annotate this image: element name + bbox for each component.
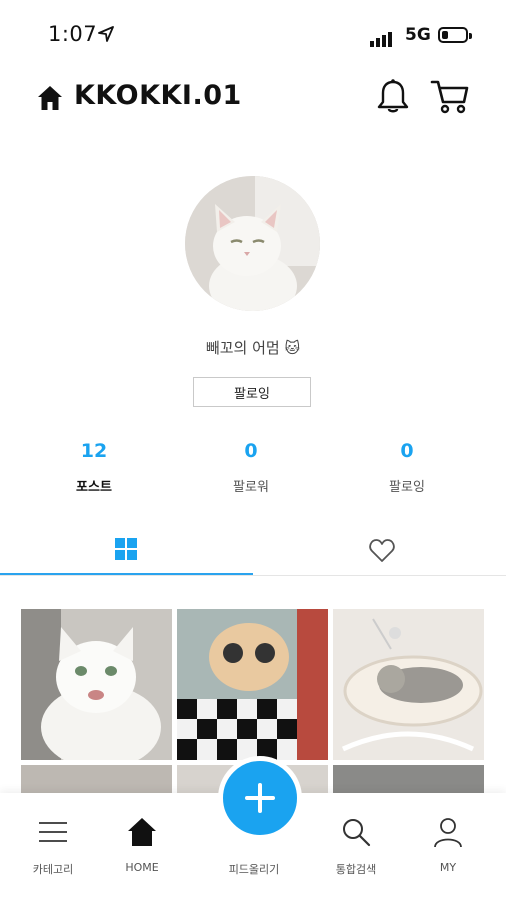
stat-following-count: 0 — [400, 440, 414, 462]
status-bar: 1:07 5G — [0, 0, 506, 70]
app-header: KKOKKI.01 — [0, 78, 506, 126]
plus-icon — [245, 783, 275, 813]
stat-following-label: 팔로잉 — [389, 480, 425, 495]
profile-nickname: 빼꼬의 어멈 🐱 — [205, 339, 301, 357]
nav-category[interactable]: 카테고리 — [8, 815, 98, 877]
stat-posts-label: 포스트 — [76, 480, 112, 495]
nav-home-label: HOME — [125, 861, 159, 874]
menu-icon — [39, 822, 67, 842]
nav-my-label: MY — [439, 861, 457, 874]
post-thumbnail[interactable] — [177, 609, 328, 760]
nav-search[interactable]: 통합검색 — [311, 815, 401, 877]
profile-screen: 1:07 5G KKOKKI.01 빼꼬의 어멈 🐱 팔로잉 12 포스트 0 … — [0, 0, 506, 900]
network-type: 5G — [405, 25, 431, 45]
search-icon — [343, 819, 371, 847]
stat-followers-label: 팔로워 — [233, 480, 269, 495]
signal-icon — [370, 28, 394, 47]
location-arrow-icon — [98, 26, 114, 42]
home-icon — [38, 86, 62, 110]
white-cat-avatar-image — [185, 176, 320, 311]
active-tab-indicator — [0, 573, 253, 575]
home-icon — [128, 818, 156, 846]
following-button[interactable]: 팔로잉 — [193, 377, 311, 407]
status-time: 1:07 — [48, 22, 98, 46]
cat-hammock-photo — [333, 609, 484, 760]
nav-search-label: 통합검색 — [335, 863, 377, 876]
stat-following[interactable]: 0 팔로잉 — [347, 440, 467, 495]
nav-category-label: 카테고리 — [32, 863, 74, 876]
nav-my[interactable]: MY — [403, 815, 493, 874]
stat-followers[interactable]: 0 팔로워 — [191, 440, 311, 495]
heart-outline-icon — [369, 539, 395, 562]
grid-icon — [115, 538, 137, 560]
profile-avatar[interactable] — [185, 176, 320, 311]
stat-posts[interactable]: 12 포스트 — [34, 440, 154, 495]
post-thumbnail[interactable] — [333, 609, 484, 760]
profile-username: KKOKKI.01 — [74, 80, 242, 111]
upload-feed-button[interactable] — [218, 756, 302, 840]
tab-liked[interactable] — [253, 525, 506, 575]
stat-posts-count: 12 — [80, 440, 108, 462]
tab-divider — [0, 575, 506, 576]
battery-icon — [438, 27, 472, 43]
cat-sunglasses-photo — [177, 609, 328, 760]
nav-home[interactable]: HOME — [97, 815, 187, 874]
nav-upload-label: 피드올리기 — [228, 863, 280, 876]
post-thumbnail[interactable] — [21, 609, 172, 760]
bell-icon[interactable] — [376, 78, 410, 114]
tab-posts-grid[interactable] — [0, 525, 253, 575]
user-icon — [434, 818, 462, 848]
stat-followers-count: 0 — [244, 440, 258, 462]
cart-icon[interactable] — [430, 78, 470, 114]
white-cat-photo — [21, 609, 172, 760]
